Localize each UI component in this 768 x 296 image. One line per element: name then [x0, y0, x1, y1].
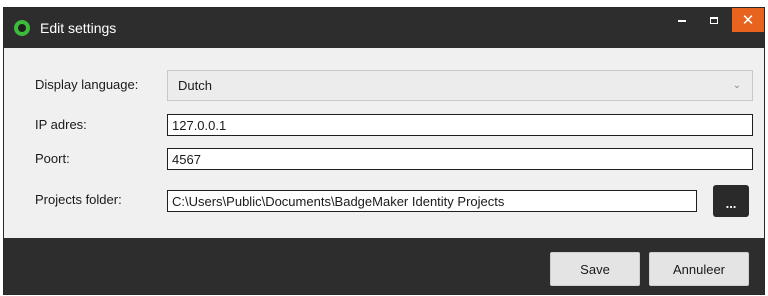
app-logo-icon	[14, 20, 30, 36]
ip-address-field[interactable]	[167, 114, 753, 136]
port-field[interactable]	[167, 148, 753, 170]
maximize-icon	[710, 16, 718, 24]
projects-folder-field[interactable]	[167, 190, 697, 212]
save-button[interactable]: Save	[550, 252, 640, 286]
ip-address-label: IP adres:	[35, 117, 87, 132]
settings-form: Display language: Dutch ⌄ IP adres: Poor…	[4, 48, 764, 238]
chevron-down-icon: ⌄	[732, 80, 742, 91]
cancel-button[interactable]: Annuleer	[649, 252, 749, 286]
minimize-button[interactable]	[668, 8, 696, 32]
close-icon: ✕	[741, 10, 755, 29]
port-label: Poort:	[35, 151, 70, 166]
display-language-value: Dutch	[178, 78, 212, 93]
display-language-select[interactable]: Dutch ⌄	[167, 70, 753, 101]
browse-folder-button[interactable]: ...	[713, 185, 749, 217]
dialog-footer: Save Annuleer	[4, 238, 764, 294]
minimize-icon	[678, 20, 686, 22]
window-title: Edit settings	[40, 20, 117, 36]
title-bar[interactable]: Edit settings ✕	[4, 8, 764, 48]
edit-settings-window: Edit settings ✕ Display language: Dutch …	[4, 8, 764, 294]
projects-folder-label: Projects folder:	[35, 192, 122, 207]
display-language-label: Display language:	[35, 77, 139, 92]
close-button[interactable]: ✕	[732, 8, 764, 32]
maximize-button[interactable]	[700, 8, 728, 32]
